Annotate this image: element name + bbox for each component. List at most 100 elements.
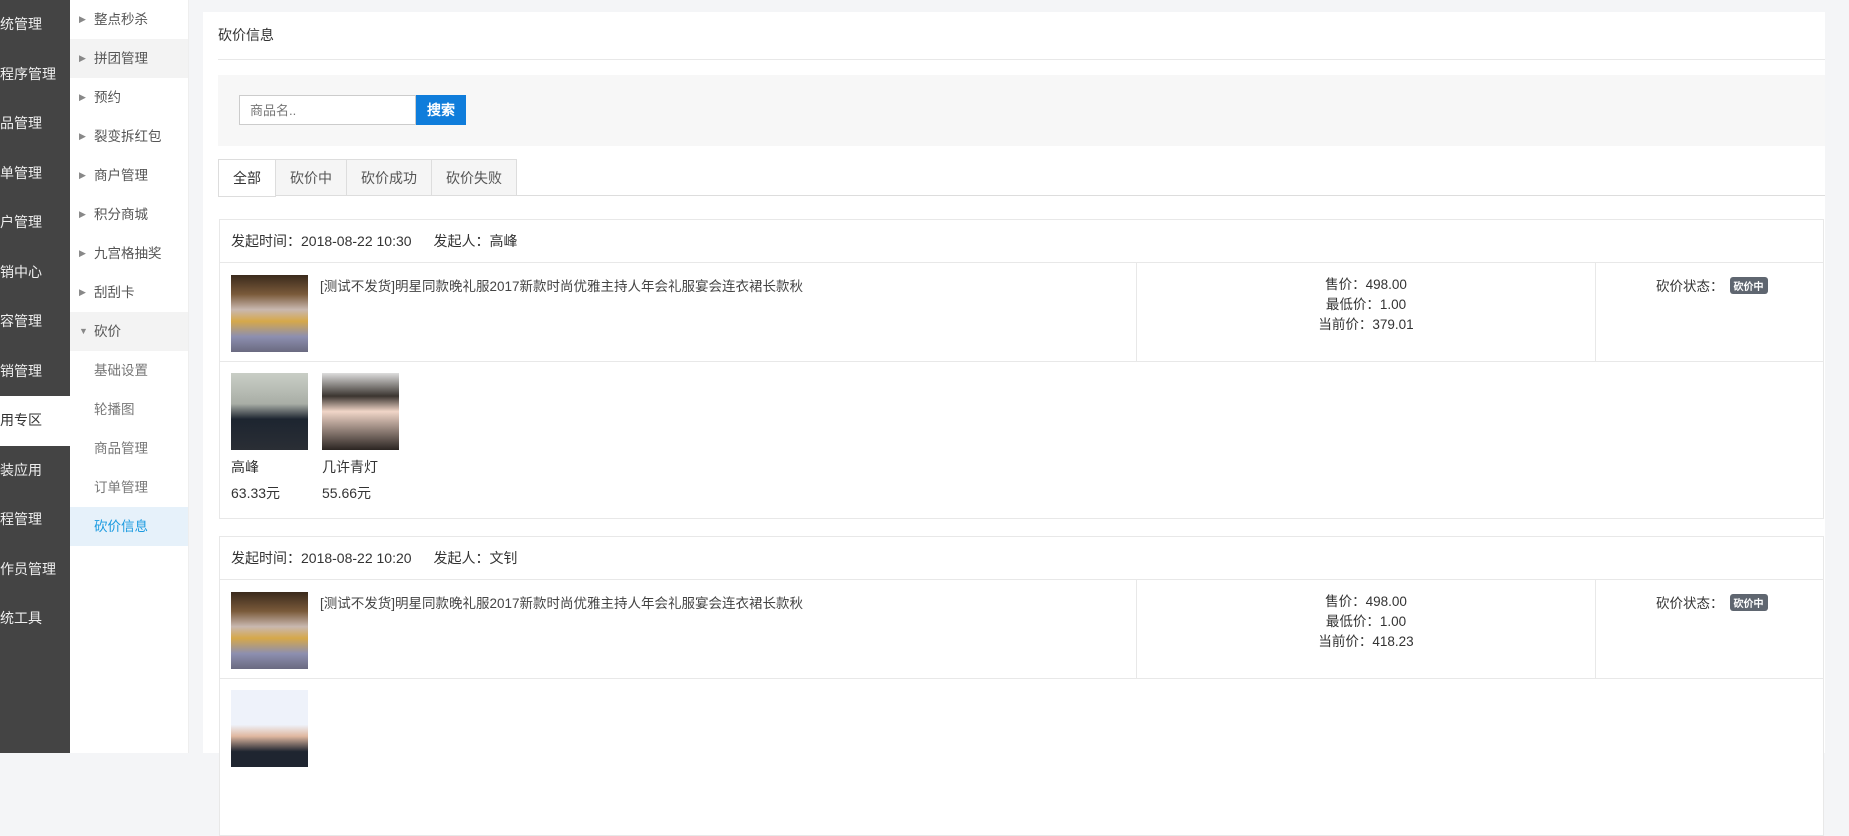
main-sidebar: 统管理程序管理品管理单管理户管理销中心 容管理 销管理用专区装应用程管理作员管理统工…	[0, 0, 70, 753]
product-name: [测试不发货]明星同款晚礼服2017新款时尚优雅主持人年会礼服宴会连衣裙长款秋	[320, 279, 804, 294]
start-time: 2018-08-22 10:30	[301, 233, 412, 249]
submenu-item[interactable]: 订单管理	[70, 468, 188, 507]
submenu-item-label: 刮刮卡	[94, 285, 135, 300]
status-badge: 砍价中	[1729, 277, 1768, 294]
current-price: 379.01	[1372, 317, 1414, 332]
start-time-label: 发起时间：	[231, 550, 301, 566]
rail-item-label: 统工具	[0, 610, 42, 626]
rail-item[interactable]: 统管理	[0, 0, 70, 50]
rail-item[interactable]: 统工具	[0, 594, 70, 644]
start-time-label: 发起时间：	[231, 233, 301, 249]
submenu-item[interactable]: ▶ 积分商城	[70, 195, 188, 234]
rail-item-label: 单管理	[0, 164, 42, 181]
tab-failed[interactable]: 砍价失败	[432, 159, 517, 196]
rail-item[interactable]: 户管理	[0, 198, 70, 248]
rail-item[interactable]: 用专区	[0, 396, 70, 446]
submenu-item-label: 基础设置	[94, 363, 148, 378]
scrollbar[interactable]	[1825, 0, 1849, 753]
rail-item[interactable]: 作员管理	[0, 545, 70, 595]
status-cell: 砍价状态： 砍价中	[1595, 580, 1825, 678]
tab-success[interactable]: 砍价成功	[347, 159, 432, 196]
submenu-item-label: 砍价信息	[94, 519, 148, 534]
rail-item[interactable]: 品管理	[0, 99, 70, 149]
sale-price: 498.00	[1365, 277, 1407, 292]
rail-item[interactable]: 单管理	[0, 149, 70, 199]
content-panel: 砍价信息 搜索 全部 砍价中 砍价成功 砍价失败 发起时间：2018-08-22…	[203, 12, 1825, 836]
product-image	[231, 275, 308, 352]
rail-item[interactable]: 程管理	[0, 495, 70, 545]
caret-right-icon: ▶	[79, 248, 86, 258]
divider	[218, 59, 1825, 60]
price-info: 售价：498.00 最低价：1.00 当前价：418.23	[1136, 580, 1595, 678]
sale-price-label: 售价：	[1325, 277, 1366, 292]
start-time: 2018-08-22 10:20	[301, 550, 412, 566]
min-price-label: 最低价：	[1325, 297, 1380, 312]
rail-item[interactable]: 装应用	[0, 446, 70, 496]
tab-all[interactable]: 全部	[218, 159, 276, 197]
product-row: [测试不发货]明星同款晚礼服2017新款时尚优雅主持人年会礼服宴会连衣裙长款秋 …	[220, 263, 1823, 362]
submenu-item[interactable]: 砍价信息	[70, 507, 188, 546]
status-tabs: 全部 砍价中 砍价成功 砍价失败	[218, 159, 1825, 197]
submenu-item[interactable]: 商品管理	[70, 429, 188, 468]
search-button[interactable]: 搜索	[416, 95, 466, 125]
submenu-item-label: 积分商城	[94, 207, 148, 222]
rail-item-label: 作员管理	[0, 560, 56, 577]
helper-name: 几许青灯	[322, 459, 378, 475]
caret-right-icon: ▶	[79, 170, 86, 180]
helper-name: 高峰	[231, 459, 259, 475]
submenu-item[interactable]: 基础设置	[70, 351, 188, 390]
submenu-item-label: 订单管理	[94, 480, 148, 495]
min-price-label: 最低价：	[1325, 614, 1380, 629]
rail-item[interactable]: 容管理	[0, 297, 70, 347]
tab-in-progress[interactable]: 砍价中	[276, 159, 347, 196]
submenu-item[interactable]: 轮播图	[70, 390, 188, 429]
submenu-item[interactable]: ▶ 整点秒杀	[70, 0, 188, 39]
helpers-row	[220, 679, 1823, 835]
rail-item-label: 装应用	[0, 461, 42, 478]
record-header: 发起时间：2018-08-22 10:30 发起人：高峰	[220, 220, 1823, 263]
rail-item[interactable]: 程序管理	[0, 50, 70, 100]
submenu-item[interactable]: ▶ 裂变拆红包	[70, 117, 188, 156]
status-label: 砍价状态：	[1656, 596, 1724, 611]
submenu-item[interactable]: ▼ 砍价	[70, 312, 188, 351]
helper-avatar	[231, 373, 308, 450]
initiator: 文钊	[489, 550, 518, 566]
page-title: 砍价信息	[218, 27, 274, 43]
helper: 高峰 63.33元	[231, 373, 308, 503]
record-header: 发起时间：2018-08-22 10:20 发起人：文钊	[220, 537, 1823, 580]
sale-price-label: 售价：	[1325, 594, 1366, 609]
submenu-item[interactable]: ▶ 预约	[70, 78, 188, 117]
min-price: 1.00	[1379, 614, 1407, 629]
rail-item-label: 用专区	[0, 412, 42, 428]
helper-amount: 63.33元	[231, 485, 281, 501]
rail-item[interactable]: 销中心	[0, 248, 70, 298]
caret-down-icon: ▼	[79, 326, 88, 336]
helper-name	[231, 774, 308, 794]
product-name: [测试不发货]明星同款晚礼服2017新款时尚优雅主持人年会礼服宴会连衣裙长款秋	[320, 596, 804, 611]
rail-item[interactable]: 销管理	[0, 347, 70, 397]
submenu-item-label: 拼团管理	[94, 51, 148, 66]
helper	[231, 690, 308, 800]
caret-right-icon: ▶	[79, 287, 86, 297]
submenu-item-label: 轮播图	[94, 402, 135, 417]
search-bar: 搜索	[218, 75, 1825, 146]
bargain-record-card: 发起时间：2018-08-22 10:30 发起人：高峰 [测试不发货]明星同款晚…	[219, 219, 1824, 519]
rail-item-label: 品管理	[0, 115, 42, 131]
submenu-item[interactable]: ▶ 商户管理	[70, 156, 188, 195]
status-cell: 砍价状态： 砍价中	[1595, 263, 1825, 361]
submenu-item[interactable]: ▶ 刮刮卡	[70, 273, 188, 312]
helper: 几许青灯 55.66元	[322, 373, 399, 503]
submenu-item[interactable]: ▶ 九宫格抽奖	[70, 234, 188, 273]
submenu-item[interactable]: ▶ 拼团管理	[70, 39, 188, 78]
current-price: 418.23	[1372, 634, 1414, 649]
submenu-item-label: 整点秒杀	[94, 12, 148, 27]
price-info: 售价：498.00 最低价：1.00 当前价：379.01	[1136, 263, 1595, 361]
submenu-item-label: 商户管理	[94, 168, 148, 183]
rail-item-label: 户管理	[0, 214, 42, 230]
bargain-record-card: 发起时间：2018-08-22 10:20 发起人：文钊 [测试不发货]明星同款晚…	[219, 536, 1824, 836]
rail-item-label: 统管理	[0, 16, 42, 32]
current-price-label: 当前价：	[1318, 634, 1373, 649]
caret-right-icon: ▶	[79, 92, 86, 102]
helpers-row: 高峰 63.33元 几许青灯 55.66元	[220, 362, 1823, 518]
product-name-input[interactable]	[239, 95, 416, 125]
